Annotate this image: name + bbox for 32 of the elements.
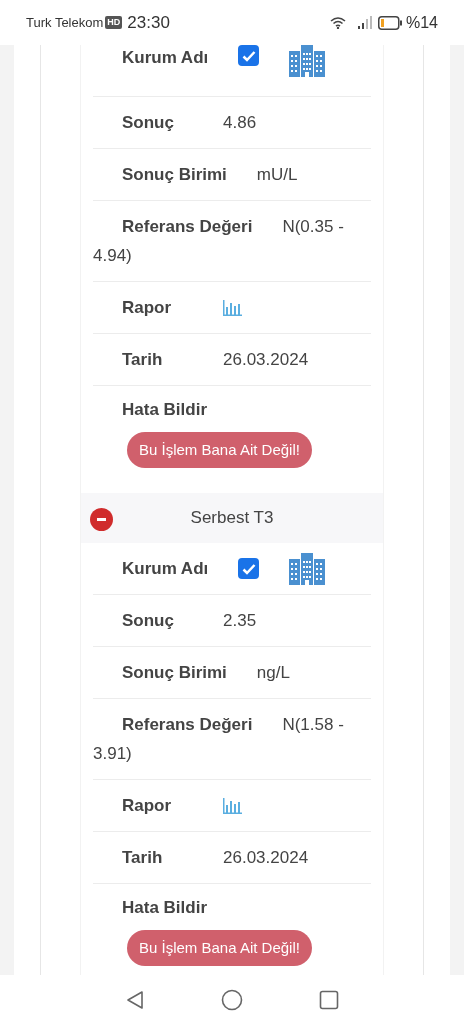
checkbox[interactable] xyxy=(238,558,260,579)
back-icon[interactable] xyxy=(125,989,145,1010)
recents-icon[interactable] xyxy=(319,989,339,1010)
field-text: Sonuç 4.86 xyxy=(93,97,371,149)
report-error-button[interactable]: Bu İşlem Bana Ait Değil! xyxy=(127,930,312,966)
battery-percentage: %14 xyxy=(405,12,438,33)
wifi-icon xyxy=(329,16,346,29)
signal-icon xyxy=(357,16,372,29)
field-label: Kurum Adı xyxy=(122,47,209,69)
home-icon[interactable] xyxy=(221,988,243,1011)
network-badge: HD xyxy=(105,15,123,30)
field-label: Hata Bildir xyxy=(122,897,208,919)
field-label: Rapor xyxy=(122,296,173,319)
field-text: Sonuç 2.35 xyxy=(93,595,371,647)
field-label: Hata Bildir xyxy=(122,399,208,421)
field-text: Referans Değeri N(1.58 - 3.91) xyxy=(93,699,371,780)
field-label: Rapor xyxy=(122,794,173,817)
field-text: Sonuç Birimi ng/L xyxy=(93,647,371,699)
report-error-button[interactable]: Bu İşlem Bana Ait Değil! xyxy=(127,432,312,468)
checkbox[interactable] xyxy=(238,45,260,66)
check-icon xyxy=(241,49,256,62)
check-icon xyxy=(241,562,256,575)
field-text: Sonuç Birimi mU/L xyxy=(93,149,371,201)
carrier-name: Turk Telekom xyxy=(26,13,104,32)
field-text: Tarih 26.03.2024 xyxy=(93,334,371,386)
building-icon xyxy=(289,552,326,585)
collapse-toggle-icon[interactable] xyxy=(90,508,113,531)
field-text: Referans Değeri N(0.35 - 4.94) xyxy=(93,201,371,282)
field-text: Tarih 26.03.2024 xyxy=(93,832,371,884)
clock: 23:30 xyxy=(127,11,170,34)
field-label: Kurum Adı xyxy=(122,557,209,580)
battery-icon xyxy=(377,15,402,30)
